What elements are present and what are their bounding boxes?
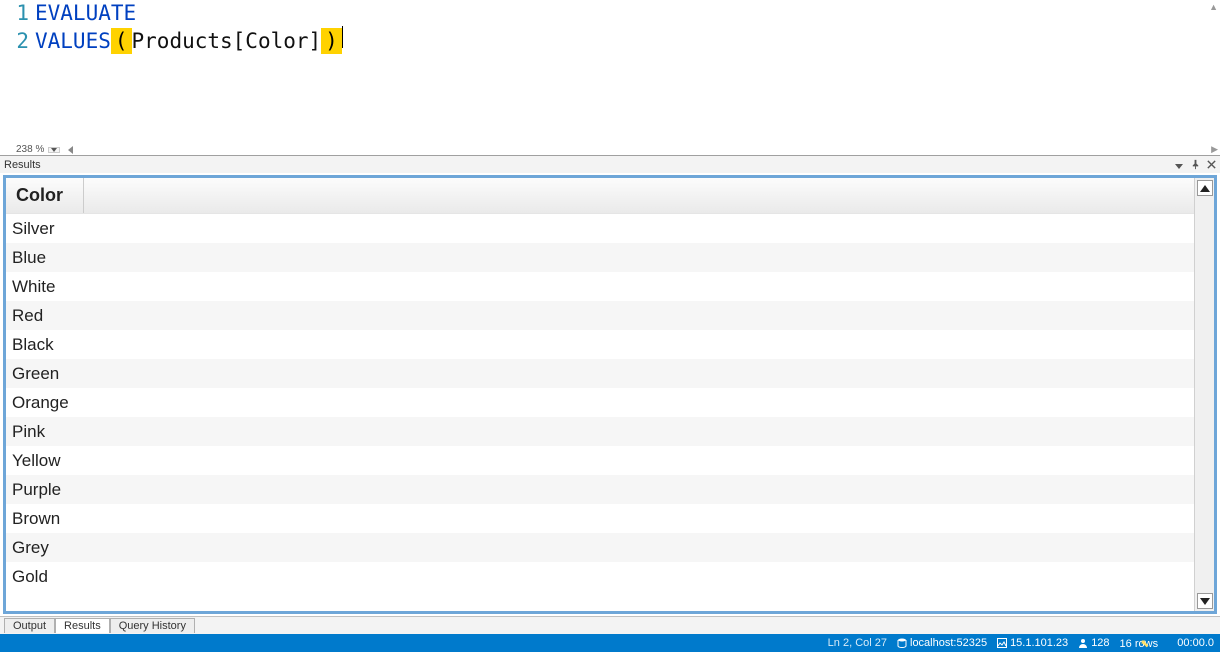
- code-token: VALUES: [35, 28, 111, 54]
- results-grid: Color Silver Blue White Red Black Green Orange…: [3, 175, 1217, 614]
- zoom-dropdown[interactable]: [48, 147, 60, 153]
- code-editor[interactable]: 1EVALUATE2VALUES ( Products[Color] ) 238…: [0, 0, 1220, 155]
- status-version: 15.1.101.23: [997, 637, 1068, 649]
- bottom-tab-output[interactable]: Output: [4, 618, 55, 633]
- cell-value: Yellow: [12, 451, 61, 471]
- cell-value: Orange: [12, 393, 69, 413]
- code-token: Products[Color]: [132, 28, 322, 54]
- column-header-empty: [84, 178, 1194, 213]
- status-rows: 16 rows⬉: [1120, 637, 1168, 650]
- code-token: (: [111, 28, 132, 54]
- hscroll-left-icon[interactable]: [68, 146, 73, 154]
- cell-value: Silver: [12, 219, 55, 239]
- table-row[interactable]: Gold: [6, 562, 1194, 591]
- results-scrollbar[interactable]: [1194, 178, 1214, 611]
- editor-hscroll-right-icon[interactable]: ▶: [1211, 144, 1218, 155]
- bottom-tab-results[interactable]: Results: [55, 618, 110, 633]
- line-number: 1: [0, 0, 35, 26]
- table-row[interactable]: Purple: [6, 475, 1194, 504]
- table-row[interactable]: Green: [6, 359, 1194, 388]
- status-bar: Ln 2, Col 27 localhost:52325 15.1.101.23…: [0, 634, 1220, 652]
- editor-vscroll-up-icon[interactable]: ▲: [1209, 2, 1218, 12]
- cell-value: Grey: [12, 538, 49, 558]
- zoom-level: 238 %: [16, 144, 44, 155]
- line-number: 2: [0, 28, 35, 54]
- pin-icon[interactable]: [1188, 157, 1202, 171]
- code-token: EVALUATE: [35, 0, 136, 26]
- table-row[interactable]: Orange: [6, 388, 1194, 417]
- code-token: ): [321, 28, 342, 54]
- table-row[interactable]: Red: [6, 301, 1194, 330]
- user-icon: [1078, 638, 1088, 648]
- table-row[interactable]: Blue: [6, 243, 1194, 272]
- table-row[interactable]: Yellow: [6, 446, 1194, 475]
- chevron-down-icon: [1200, 598, 1210, 605]
- status-spid: 128: [1078, 637, 1109, 649]
- bottom-tab-query-history[interactable]: Query History: [110, 618, 195, 633]
- table-row[interactable]: Pink: [6, 417, 1194, 446]
- column-header-color[interactable]: Color: [6, 178, 84, 213]
- status-server: localhost:52325: [897, 637, 987, 649]
- cell-value: Gold: [12, 567, 48, 587]
- cell-value: Blue: [12, 248, 46, 268]
- code-line[interactable]: 1EVALUATE: [0, 0, 1200, 26]
- cell-value: Black: [12, 335, 54, 355]
- database-icon: [897, 638, 907, 648]
- panel-dropdown-icon[interactable]: [1172, 157, 1186, 171]
- scroll-up-button[interactable]: [1197, 180, 1213, 196]
- table-row[interactable]: Grey: [6, 533, 1194, 562]
- cell-value: Purple: [12, 480, 61, 500]
- table-row[interactable]: Silver: [6, 214, 1194, 243]
- chevron-up-icon: [1200, 185, 1210, 192]
- cell-value: Brown: [12, 509, 60, 529]
- cell-value: Pink: [12, 422, 45, 442]
- table-row[interactable]: White: [6, 272, 1194, 301]
- cell-value: Green: [12, 364, 59, 384]
- scroll-down-button[interactable]: [1197, 593, 1213, 609]
- table-row[interactable]: Black: [6, 330, 1194, 359]
- mouse-cursor-icon: ⬉: [1140, 638, 1149, 650]
- status-time: 00:00.0: [1177, 637, 1214, 649]
- results-panel-title: Results: [4, 159, 41, 171]
- cell-value: Red: [12, 306, 43, 326]
- text-caret: [342, 26, 343, 48]
- image-icon: [997, 638, 1007, 648]
- close-icon[interactable]: [1204, 157, 1218, 171]
- cell-value: White: [12, 277, 55, 297]
- status-ln-col: Ln 2, Col 27: [828, 637, 887, 649]
- table-row[interactable]: Brown: [6, 504, 1194, 533]
- code-line[interactable]: 2VALUES ( Products[Color] ): [0, 26, 1200, 54]
